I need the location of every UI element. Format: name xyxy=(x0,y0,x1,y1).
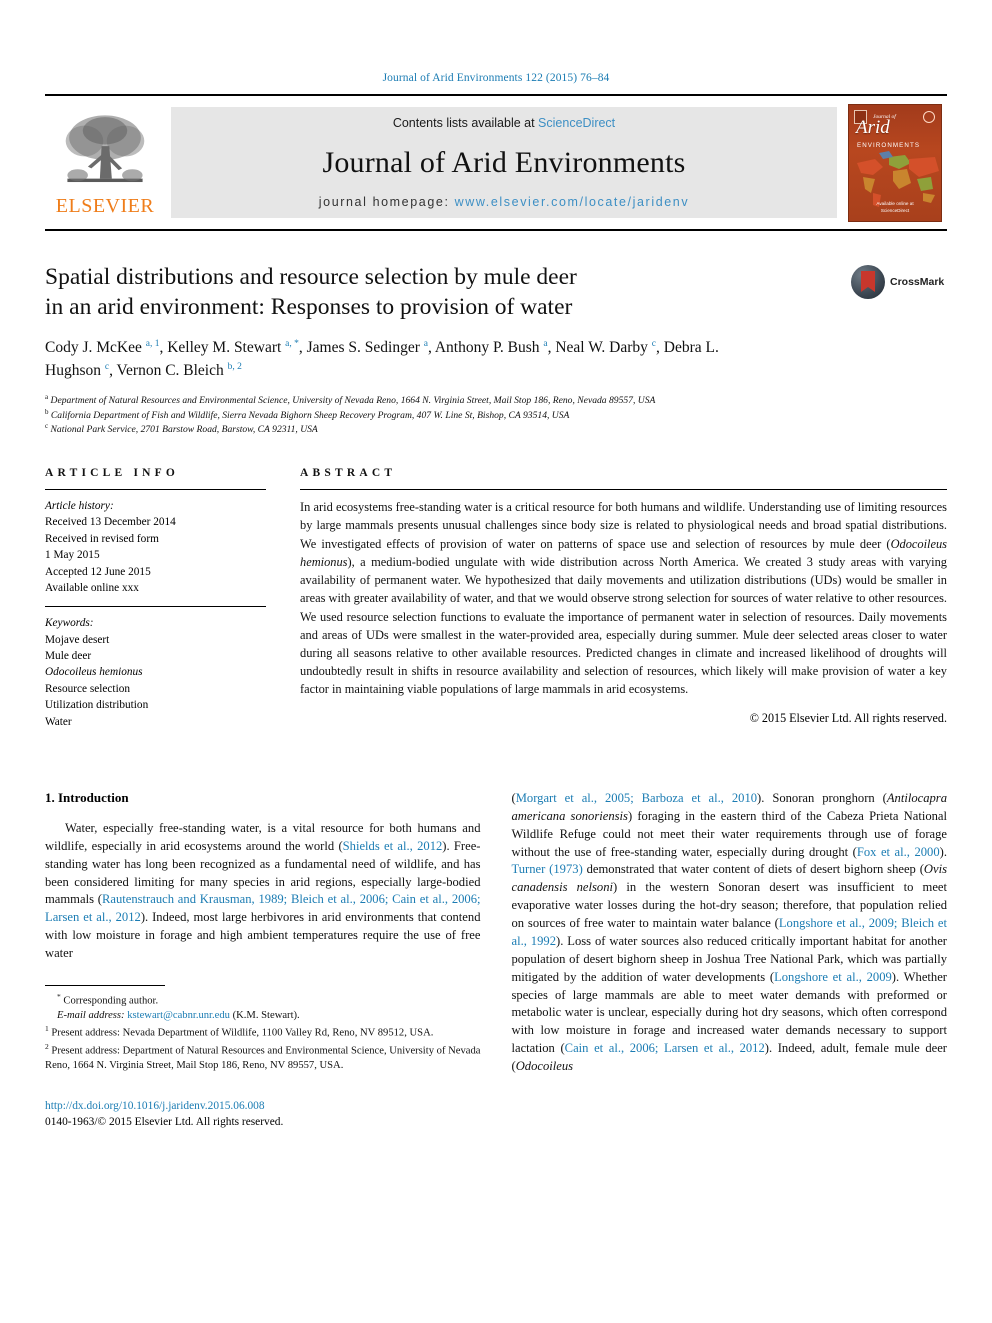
paper-page: Journal of Arid Environments 122 (2015) … xyxy=(0,0,992,1323)
cover-footer: Available online at ScienceDirect xyxy=(876,200,914,213)
article-title-line-2: in an arid environment: Responses to pro… xyxy=(45,293,573,320)
cover-badge-icon xyxy=(923,110,935,123)
footnote-1: 1 Present address: Nevada Department of … xyxy=(45,1024,481,1041)
journal-title: Journal of Arid Environments xyxy=(322,145,686,179)
keyword-item: Mojave desert xyxy=(45,633,110,646)
page-title: Spatial distributions and resource selec… xyxy=(45,263,745,322)
contents-prefix: Contents lists available at xyxy=(392,116,539,130)
affiliation-text-c: National Park Service, 2701 Barstow Road… xyxy=(50,424,318,436)
footnote-marker-star: * xyxy=(57,991,61,1001)
running-head: Journal of Arid Environments 122 (2015) … xyxy=(382,72,610,84)
page-footer: http://dx.doi.org/10.1016/j.jaridenv.201… xyxy=(45,1098,481,1131)
elsevier-wordmark: ELSEVIER xyxy=(55,195,155,217)
article-title-line-1: Spatial distributions and resource selec… xyxy=(45,264,577,290)
elsevier-logo: ELSEVIER xyxy=(45,96,165,229)
footnote-separator xyxy=(45,984,165,986)
intro-paragraph-right: (Morgart et al., 2005; Barboza et al., 2… xyxy=(511,790,948,1074)
affiliation-a: a Department of Natural Resources and En… xyxy=(45,393,947,408)
contents-available-line: Contents lists available at ScienceDirec… xyxy=(393,116,615,130)
email-attribution: (K.M. Stewart). xyxy=(232,1010,300,1022)
footnote-2: 2 Present address: Department of Natural… xyxy=(45,1042,481,1074)
masthead-center: Contents lists available at ScienceDirec… xyxy=(171,107,837,218)
affiliation-marker-c: c xyxy=(45,422,49,431)
keyword-item: Odocoileus hemionus xyxy=(45,666,143,679)
cover-title: Arid xyxy=(856,116,890,138)
journal-cover-wrap: Journal of Arid ENVIRONMENTS Available o… xyxy=(843,96,947,229)
history-item: Received in revised form xyxy=(45,532,159,545)
affiliation-marker-a: a xyxy=(45,392,49,401)
intro-paragraph-left: Water, especially free-standing water, i… xyxy=(45,820,481,961)
crossmark-badge[interactable]: CrossMark xyxy=(851,265,947,299)
section-heading-introduction: 1. Introduction xyxy=(45,789,129,805)
divider-rule xyxy=(45,606,266,608)
history-item: Accepted 12 June 2015 xyxy=(45,565,151,578)
affiliation-text-b: California Department of Fish and Wildli… xyxy=(50,409,570,421)
crossmark-icon xyxy=(851,265,885,299)
affiliation-marker-b: b xyxy=(45,407,49,416)
footnote-marker-2: 2 xyxy=(45,1041,49,1051)
homepage-link[interactable]: www.elsevier.com/locate/jaridenv xyxy=(455,195,690,209)
body-column-left: 1. Introduction Water, especially free-s… xyxy=(45,790,481,1131)
abstract-heading: ABSTRACT xyxy=(300,467,397,480)
affiliation-b: b California Department of Fish and Wild… xyxy=(45,408,947,423)
abstract-copyright: © 2015 Elsevier Ltd. All rights reserved… xyxy=(749,710,947,725)
history-item: 1 May 2015 xyxy=(45,549,100,562)
keyword-item: Water xyxy=(45,715,72,728)
footnote-corresponding-text: Corresponding author. xyxy=(63,995,159,1007)
crossmark-label: CrossMark xyxy=(890,276,945,288)
sciencedirect-link[interactable]: ScienceDirect xyxy=(538,116,615,130)
homepage-prefix: journal homepage: xyxy=(318,195,455,209)
cover-subtitle: ENVIRONMENTS xyxy=(857,141,921,149)
journal-cover-image: Journal of Arid ENVIRONMENTS Available o… xyxy=(848,103,942,222)
divider-rule xyxy=(300,489,947,491)
issn-copyright-line: 0140-1963/© 2015 Elsevier Ltd. All right… xyxy=(45,1116,284,1129)
body-column-right: (Morgart et al., 2005; Barboza et al., 2… xyxy=(512,790,948,1131)
email-label: E-mail address: xyxy=(57,1010,125,1022)
article-info-column: ARTICLE INFO Article history: Received 1… xyxy=(45,467,300,730)
article-info-heading: ARTICLE INFO xyxy=(45,467,180,480)
footnote-corresponding: * Corresponding author. xyxy=(45,992,481,1009)
keyword-item: Mule deer xyxy=(45,650,92,663)
keyword-item: Utilization distribution xyxy=(45,699,149,712)
affiliation-text-a: Department of Natural Resources and Envi… xyxy=(50,394,656,406)
footnote-marker-1: 1 xyxy=(45,1024,49,1034)
history-item: Available online xxx xyxy=(45,581,139,594)
elsevier-tree-icon xyxy=(65,115,145,183)
abstract-body: In arid ecosystems free-standing water i… xyxy=(300,500,948,697)
email-link[interactable]: kstewart@cabnr.unr.edu xyxy=(127,1010,230,1021)
keyword-item: Resource selection xyxy=(45,682,131,695)
abstract-column: ABSTRACT In arid ecosystems free-standin… xyxy=(300,467,947,730)
divider-rule xyxy=(45,489,266,491)
journal-homepage-line: journal homepage: www.elsevier.com/locat… xyxy=(319,195,689,209)
info-abstract-region: ARTICLE INFO Article history: Received 1… xyxy=(45,467,947,730)
history-item: Received 13 December 2014 xyxy=(45,516,176,529)
footnote-2-text: Present address: Department of Natural R… xyxy=(45,1045,481,1071)
body-columns: 1. Introduction Water, especially free-s… xyxy=(45,790,947,1131)
doi-link[interactable]: http://dx.doi.org/10.1016/j.jaridenv.201… xyxy=(45,1098,481,1115)
title-block: CrossMark Spatial distributions and reso… xyxy=(45,263,947,437)
footnote-email: E-mail address: kstewart@cabnr.unr.edu (… xyxy=(45,1009,481,1024)
journal-masthead: ELSEVIER Contents lists available at Sci… xyxy=(45,94,947,231)
author-list: Cody J. McKee a, 1, Kelley M. Stewart a,… xyxy=(45,339,719,380)
affiliation-c: c National Park Service, 2701 Barstow Ro… xyxy=(45,422,947,437)
article-history-label: Article history: xyxy=(45,500,114,513)
footnote-1-text: Present address: Nevada Department of Wi… xyxy=(51,1027,434,1039)
affiliation-list: a Department of Natural Resources and En… xyxy=(45,393,947,437)
keywords-label: Keywords: xyxy=(45,617,94,630)
